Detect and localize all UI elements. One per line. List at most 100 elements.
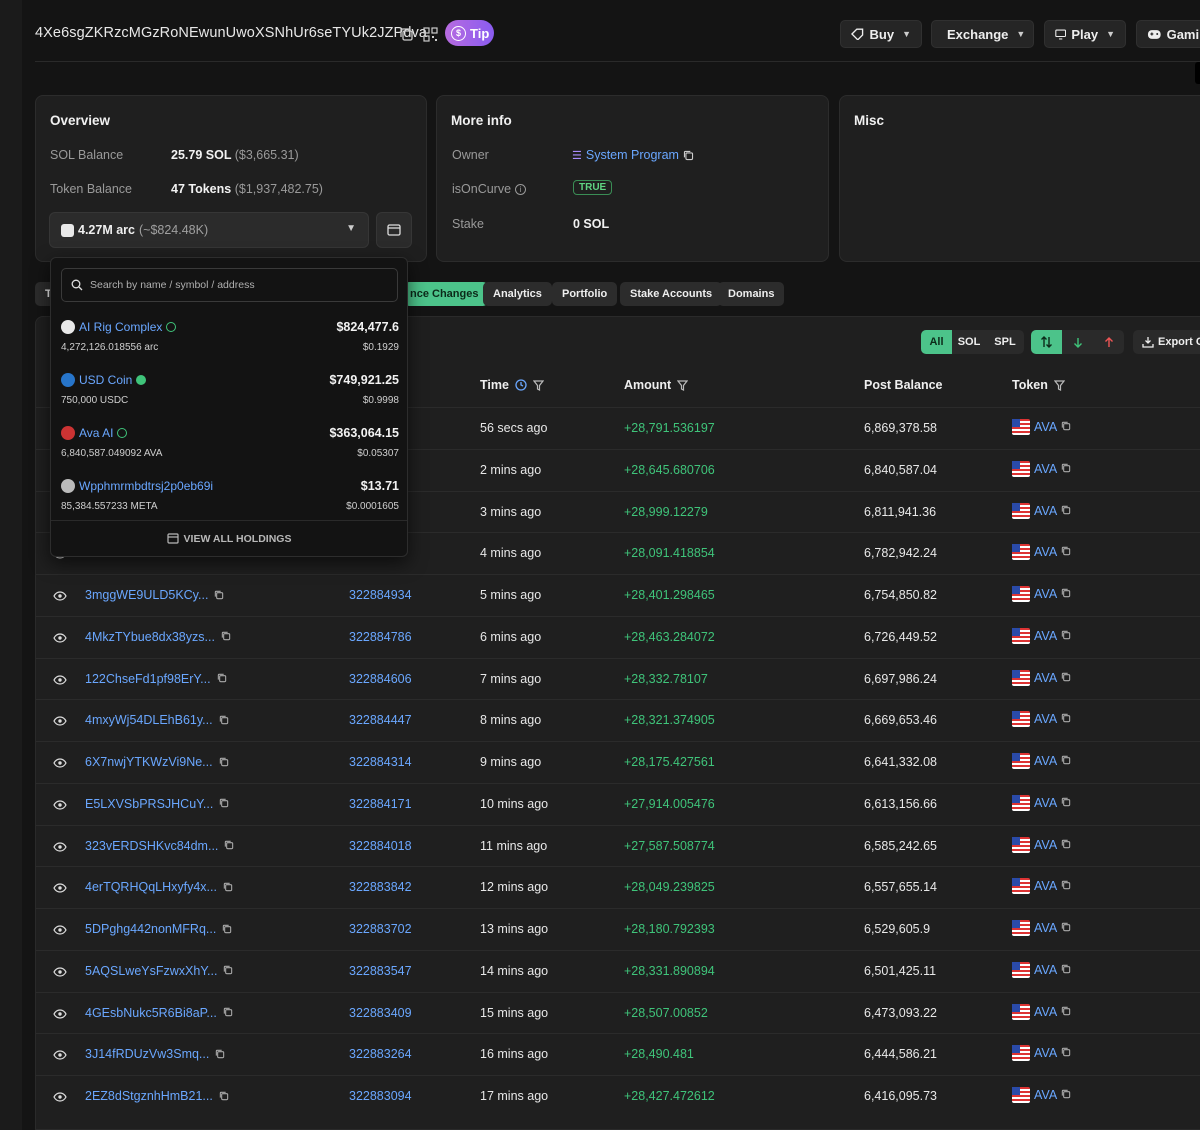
slot-link[interactable]: 322884786 [349,630,412,644]
slot-link[interactable]: 322883409 [349,1006,412,1020]
token-symbol[interactable]: AVA [1034,754,1057,768]
filter-icon[interactable] [1053,379,1065,391]
copy-icon[interactable] [223,964,233,978]
tab-domains[interactable]: Domains [718,282,785,306]
copy-icon[interactable] [1061,796,1071,810]
eye-icon[interactable] [53,880,67,898]
eye-icon[interactable] [53,1047,67,1065]
holding-name[interactable]: Wpphmrmbdtrsj2p0eb69i [61,479,213,493]
slot-link[interactable]: 322884314 [349,755,412,769]
copy-icon[interactable] [219,756,229,770]
token-cell[interactable]: AVA [1012,753,1071,769]
token-cell[interactable]: AVA [1012,961,1071,978]
export-csv-button[interactable]: Export CS [1133,330,1200,354]
sort-both-icon[interactable] [1031,330,1062,354]
token-symbol[interactable]: AVA [1034,587,1057,601]
copy-icon[interactable] [1061,504,1071,518]
token-symbol[interactable]: AVA [1034,671,1057,685]
copy-icon[interactable] [217,672,227,686]
eye-icon[interactable] [53,922,67,940]
eye-icon[interactable] [53,630,67,648]
copy-icon[interactable] [1061,545,1071,559]
tab-analytics[interactable]: Analytics [483,282,552,306]
signature-link[interactable]: 5DPghg442nonMFRq... [85,922,232,937]
token-symbol[interactable]: AVA [1034,796,1057,810]
filter-sol[interactable]: SOL [952,330,986,354]
token-cell[interactable]: AVA [1012,669,1071,686]
token-cell[interactable]: AVA [1012,711,1071,728]
token-cell[interactable]: AVA [1012,1003,1071,1020]
signature-link[interactable]: 4mxyWj54DLEhB61y... [85,713,229,728]
signature-link[interactable]: 3J14fRDUzVw3Smq... [85,1047,225,1062]
tab-balance-changes[interactable]: nce Changes [404,282,489,306]
token-cell[interactable]: AVA [1012,502,1071,519]
filter-all[interactable]: All [921,330,952,354]
copy-icon[interactable] [1061,712,1071,726]
copy-icon[interactable] [1061,963,1071,977]
eye-icon[interactable] [53,672,67,690]
signature-link[interactable]: 5AQSLweYsFzwxXhY... [85,964,233,979]
token-holdings-select[interactable]: 4.27M arc (~$824.48K) ▼ [49,212,369,248]
exchange-button[interactable]: Exchange ▼ [931,20,1034,48]
copy-icon[interactable] [223,1006,233,1020]
copy-icon[interactable] [1061,462,1071,476]
token-symbol[interactable]: AVA [1034,545,1057,559]
token-symbol[interactable]: AVA [1034,1046,1057,1060]
copy-icon[interactable] [1061,838,1071,852]
copy-icon[interactable] [1061,879,1071,893]
eye-icon[interactable] [53,839,67,857]
holding-name[interactable]: AI Rig Complex [61,320,177,334]
holding-name[interactable]: Ava AI [61,426,128,440]
copy-icon[interactable] [1061,629,1071,643]
token-symbol[interactable]: AVA [1034,838,1057,852]
copy-icon[interactable] [224,839,234,853]
token-cell[interactable]: AVA [1012,460,1071,477]
signature-link[interactable]: 2EZ8dStgznhHmB21... [85,1089,229,1104]
token-cell[interactable]: AVA [1012,1045,1071,1062]
token-symbol[interactable]: AVA [1034,963,1057,977]
eye-icon[interactable] [53,588,67,606]
copy-icon[interactable] [1061,1005,1071,1019]
slot-link[interactable]: 322884606 [349,672,412,686]
copy-icon[interactable] [219,1090,229,1104]
copy-icon[interactable] [222,923,232,937]
eye-icon[interactable] [53,1006,67,1024]
token-symbol[interactable]: AVA [1034,879,1057,893]
token-cell[interactable]: AVA [1012,1087,1071,1103]
eye-icon[interactable] [53,755,67,773]
copy-icon[interactable] [1061,1046,1071,1060]
copy-icon[interactable] [1061,587,1071,601]
buy-button[interactable]: Buy ▼ [840,20,922,48]
copy-icon[interactable] [1061,754,1071,768]
copy-icon[interactable] [214,589,224,603]
token-symbol[interactable]: AVA [1034,712,1057,726]
token-cell[interactable]: AVA [1012,586,1071,602]
signature-link[interactable]: 3mggWE9ULD5KCy... [85,588,224,603]
copy-icon[interactable] [219,714,229,728]
holding-item[interactable]: Ava AI 6,840,587.049092 AVA $363,064.15 $0.… [61,426,399,472]
slot-link[interactable]: 322884447 [349,713,412,727]
holding-name[interactable]: USD Coin [61,373,147,387]
owner-value[interactable]: System Program [586,148,679,162]
slot-link[interactable]: 322884934 [349,588,412,602]
slot-link[interactable]: 322883264 [349,1047,412,1061]
token-symbol[interactable]: AVA [1034,462,1057,476]
copy-icon[interactable] [398,26,414,42]
clock-icon[interactable] [515,379,527,391]
copy-icon[interactable] [221,630,231,644]
slot-link[interactable]: 322883094 [349,1089,412,1103]
slot-link[interactable]: 322883547 [349,964,412,978]
slot-link[interactable]: 322883842 [349,880,412,894]
tab-portfolio[interactable]: Portfolio [552,282,618,306]
token-cell[interactable]: AVA [1012,794,1071,811]
play-button[interactable]: Play ▼ [1044,20,1126,48]
token-symbol[interactable]: AVA [1034,1088,1057,1102]
qr-code-icon[interactable] [422,26,438,42]
eye-icon[interactable] [53,964,67,982]
gaming-button[interactable]: Gaming [1136,20,1200,48]
signature-link[interactable]: 4GEsbNukc5R6Bi8aP... [85,1006,233,1021]
copy-icon[interactable] [1061,671,1071,685]
view-all-holdings-button[interactable]: VIEW ALL HOLDINGS [51,520,407,556]
copy-icon[interactable] [223,881,233,895]
token-cell[interactable]: AVA [1012,627,1071,644]
